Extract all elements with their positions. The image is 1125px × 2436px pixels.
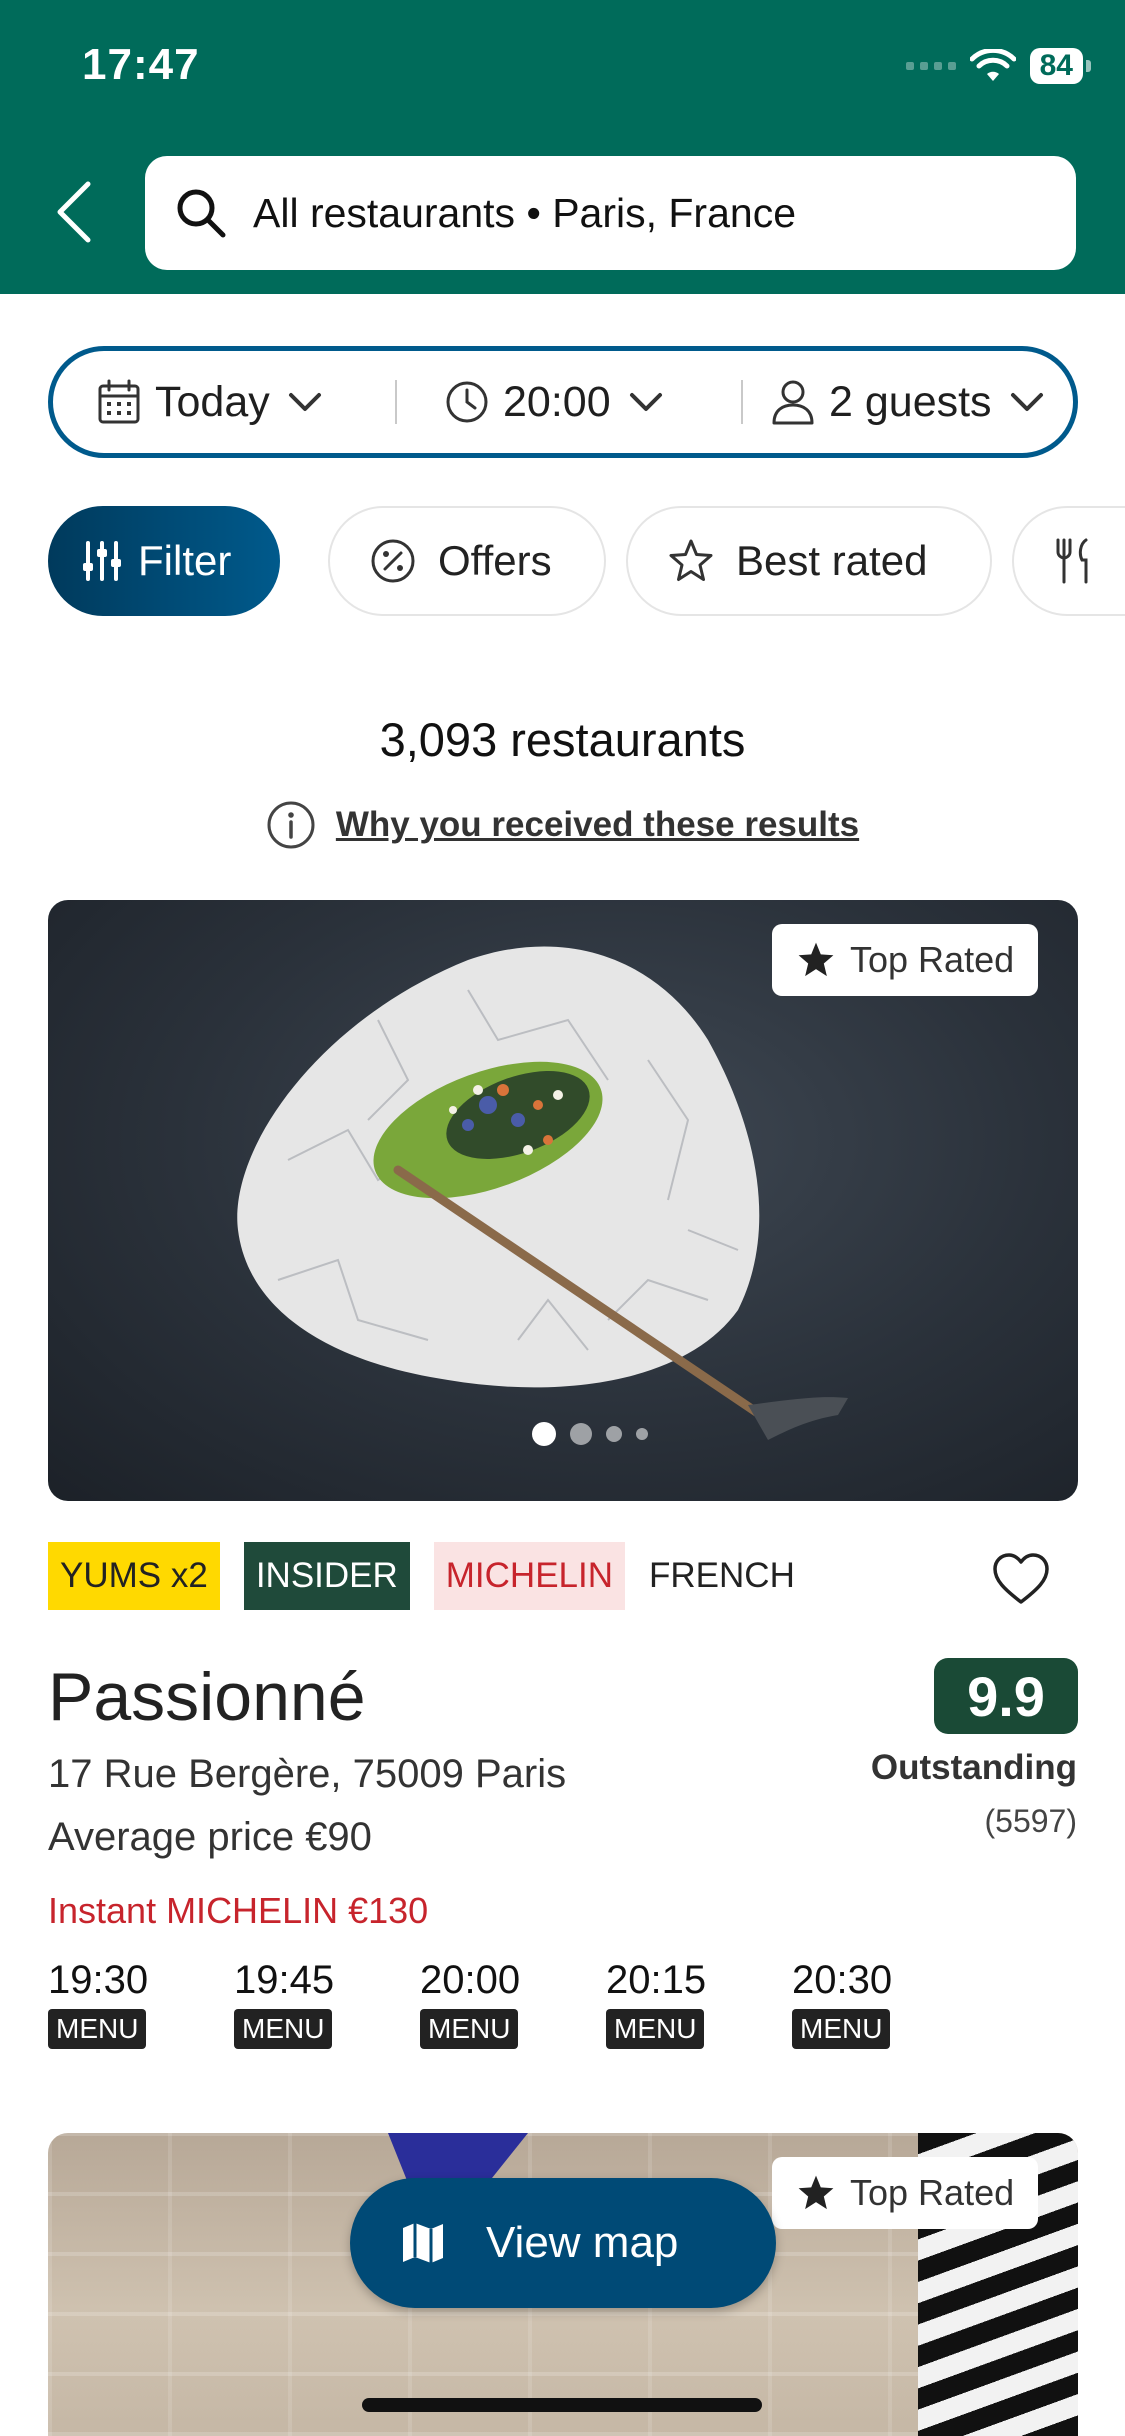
top-rated-badge: Top Rated [772, 924, 1039, 996]
cuisine-chip[interactable] [1012, 506, 1125, 616]
date-selector[interactable]: Today [53, 351, 395, 453]
wifi-icon [969, 49, 1016, 81]
person-icon [772, 380, 814, 425]
heart-icon [993, 1553, 1049, 1604]
guests-selector[interactable]: 2 guests [743, 351, 1073, 453]
chevron-down-icon [288, 393, 321, 411]
restaurant-address: 17 Rue Bergère, 75009 Paris [48, 1752, 567, 1796]
search-bar[interactable]: All restaurants • Paris, France [145, 156, 1076, 270]
fork-knife-icon [1054, 538, 1094, 584]
chevron-down-icon [1010, 393, 1043, 411]
status-time: 17:47 [82, 40, 200, 89]
time-slot[interactable]: 20:00 MENU [420, 1958, 606, 2049]
time-slot[interactable]: 20:15 MENU [606, 1958, 792, 2049]
map-icon [403, 2223, 443, 2263]
restaurant-name[interactable]: Passionné [48, 1658, 366, 1736]
average-price: Average price €90 [48, 1815, 372, 1859]
best-rated-label: Best rated [736, 537, 928, 584]
filter-chips: Filter Offers Best rated [48, 506, 1125, 616]
status-icons: 84 [905, 48, 1092, 84]
restaurant-photo[interactable]: Top Rated [48, 900, 1078, 1501]
time-label: 20:00 [503, 377, 611, 426]
offer-text: Instant MICHELIN €130 [48, 1890, 429, 1931]
chevron-left-icon [57, 181, 91, 243]
best-rated-chip[interactable]: Best rated [626, 506, 992, 616]
back-button[interactable] [44, 176, 104, 248]
star-outline-icon [668, 538, 714, 584]
sliders-icon [80, 539, 124, 583]
top-rated-label: Top Rated [850, 2172, 1015, 2213]
info-icon [267, 801, 315, 849]
offers-label: Offers [438, 537, 552, 584]
top-rated-badge: Top Rated [772, 2157, 1039, 2229]
why-results-link[interactable]: Why you received these results [336, 805, 859, 845]
review-count: (5597) [984, 1803, 1078, 1839]
time-selector[interactable]: 20:00 [397, 351, 741, 453]
carousel-dot-active [532, 1422, 556, 1446]
slot-time: 20:00 [420, 1958, 521, 2002]
percent-icon [370, 538, 416, 584]
cellular-signal-icon [905, 62, 956, 70]
results-explanation[interactable]: Why you received these results [0, 800, 1125, 850]
favorite-button[interactable] [992, 1552, 1050, 1611]
rating-label: Outstanding [870, 1748, 1077, 1787]
app-header: 17:47 84 All restaurants • Paris, France [0, 0, 1125, 294]
view-map-label: View map [486, 2218, 679, 2267]
slot-menu-badge: MENU [48, 2009, 147, 2049]
time-slot[interactable]: 20:30 MENU [792, 1958, 978, 2049]
slot-menu-badge: MENU [420, 2009, 519, 2049]
time-slot[interactable]: 19:45 MENU [234, 1958, 420, 2049]
rating-score: 9.9 [934, 1658, 1078, 1734]
yums-tag: YUMS x2 [48, 1542, 220, 1610]
insider-tag: INSIDER [243, 1542, 410, 1610]
michelin-tag: MICHELIN [433, 1542, 626, 1610]
offers-chip[interactable]: Offers [328, 506, 606, 616]
calendar-icon [98, 379, 140, 424]
view-map-button[interactable]: View map [350, 2178, 776, 2308]
cuisine-tag: FRENCH [649, 1556, 795, 1595]
slot-menu-badge: MENU [792, 2009, 891, 2049]
battery-indicator: 84 [1029, 48, 1092, 84]
slot-time: 20:30 [792, 1958, 893, 2002]
filter-button[interactable]: Filter [48, 506, 280, 616]
carousel-dot [570, 1423, 592, 1445]
slot-time: 20:15 [606, 1958, 707, 2002]
guests-label: 2 guests [829, 377, 992, 426]
results-count: 3,093 restaurants [379, 713, 746, 766]
search-text: All restaurants • Paris, France [253, 189, 796, 236]
date-label: Today [155, 377, 270, 426]
chevron-down-icon [629, 393, 662, 411]
carousel-dots[interactable] [532, 1422, 648, 1446]
slot-menu-badge: MENU [606, 2009, 705, 2049]
carousel-dot [606, 1426, 622, 1442]
slot-menu-badge: MENU [234, 2009, 333, 2049]
slot-time: 19:45 [234, 1958, 335, 2002]
search-icon [171, 183, 231, 243]
home-indicator[interactable] [362, 2398, 762, 2412]
filter-label: Filter [138, 537, 232, 584]
star-filled-icon [798, 2175, 834, 2210]
restaurant-tags: YUMS x2 INSIDER MICHELIN FRENCH [48, 1542, 831, 1610]
slot-time: 19:30 [48, 1958, 149, 2002]
carousel-dot [636, 1428, 648, 1440]
time-slots: 19:30 MENU 19:45 MENU 20:00 MENU 20:15 M… [48, 1958, 978, 2049]
star-filled-icon [798, 942, 834, 977]
clock-icon [446, 381, 488, 423]
top-rated-label: Top Rated [850, 939, 1015, 980]
booking-selector: Today 20:00 2 guests [48, 346, 1078, 458]
time-slot[interactable]: 19:30 MENU [48, 1958, 234, 2049]
